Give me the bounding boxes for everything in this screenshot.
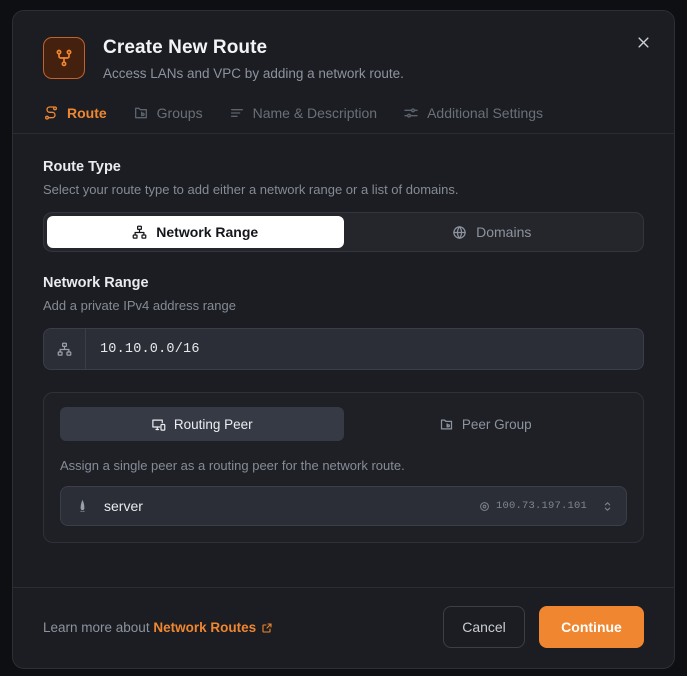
- network-nodes-icon: [44, 329, 86, 369]
- dialog-footer: Learn more about Network Routes Cancel C…: [13, 587, 674, 668]
- routing-peer-panel: Routing Peer Peer Group Assign a single …: [43, 392, 644, 543]
- dialog-tabs: Route Groups Name & Description: [13, 83, 674, 134]
- page-title: Create New Route: [103, 36, 404, 60]
- peer-mode-option-routing-peer[interactable]: Routing Peer: [60, 407, 344, 441]
- routing-peer-ip-value: 100.73.197.101: [496, 500, 587, 512]
- footer-actions: Cancel Continue: [443, 606, 644, 648]
- peer-mode-segmented-control: Routing Peer Peer Group: [60, 407, 627, 441]
- external-link-icon[interactable]: [261, 622, 273, 634]
- route-icon: [43, 105, 59, 121]
- routing-peer-name: server: [104, 498, 479, 514]
- routing-peer-description: Assign a single peer as a routing peer f…: [60, 457, 627, 474]
- globe-icon: [452, 225, 467, 240]
- route-type-segmented-control: Network Range Domains: [43, 212, 644, 252]
- peer-mode-option-routing-peer-label: Routing Peer: [174, 417, 253, 432]
- route-branch-icon: [43, 37, 85, 79]
- route-type-option-domains[interactable]: Domains: [344, 216, 641, 248]
- sliders-icon: [403, 105, 419, 121]
- tab-additional-settings[interactable]: Additional Settings: [403, 105, 543, 133]
- close-icon[interactable]: [630, 29, 656, 55]
- page-subtitle: Access LANs and VPC by adding a network …: [103, 65, 404, 83]
- tab-route[interactable]: Route: [43, 105, 107, 133]
- route-type-option-domains-label: Domains: [476, 224, 531, 240]
- location-pin-icon: [479, 501, 490, 512]
- peer-group-icon: [439, 417, 454, 432]
- dialog-header: Create New Route Access LANs and VPC by …: [13, 11, 674, 83]
- network-nodes-icon: [132, 225, 147, 240]
- chevron-up-down-icon[interactable]: [601, 499, 614, 514]
- route-type-label: Route Type: [43, 158, 644, 177]
- routing-peer-ip: 100.73.197.101: [479, 500, 587, 512]
- dialog-body: Route Type Select your route type to add…: [13, 134, 674, 587]
- peer-mode-option-peer-group[interactable]: Peer Group: [344, 407, 628, 441]
- tab-route-label: Route: [67, 105, 107, 121]
- route-type-option-network-range[interactable]: Network Range: [47, 216, 344, 248]
- peer-icon: [75, 498, 90, 514]
- network-range-label: Network Range: [43, 274, 644, 293]
- peer-mode-option-peer-group-label: Peer Group: [462, 417, 532, 432]
- learn-more-text: Learn more about Network Routes: [43, 620, 273, 635]
- continue-button[interactable]: Continue: [539, 606, 644, 648]
- devices-icon: [151, 417, 166, 432]
- cancel-button[interactable]: Cancel: [443, 606, 525, 648]
- tab-name-description[interactable]: Name & Description: [229, 105, 378, 133]
- network-routes-link[interactable]: Network Routes: [153, 620, 256, 635]
- routing-peer-select[interactable]: server 100.73.197.101: [60, 486, 627, 526]
- create-new-route-dialog: Create New Route Access LANs and VPC by …: [12, 10, 675, 669]
- tab-additional-settings-label: Additional Settings: [427, 105, 543, 121]
- network-range-input[interactable]: [86, 329, 643, 369]
- tab-groups[interactable]: Groups: [133, 105, 203, 133]
- route-type-description: Select your route type to add either a n…: [43, 181, 644, 198]
- text-lines-icon: [229, 105, 245, 121]
- learn-more-prefix: Learn more about: [43, 620, 150, 635]
- network-range-input-wrapper: [43, 328, 644, 370]
- groups-folder-icon: [133, 105, 149, 121]
- tab-name-description-label: Name & Description: [253, 105, 378, 121]
- route-type-option-network-range-label: Network Range: [156, 224, 258, 240]
- tab-groups-label: Groups: [157, 105, 203, 121]
- network-range-description: Add a private IPv4 address range: [43, 297, 644, 314]
